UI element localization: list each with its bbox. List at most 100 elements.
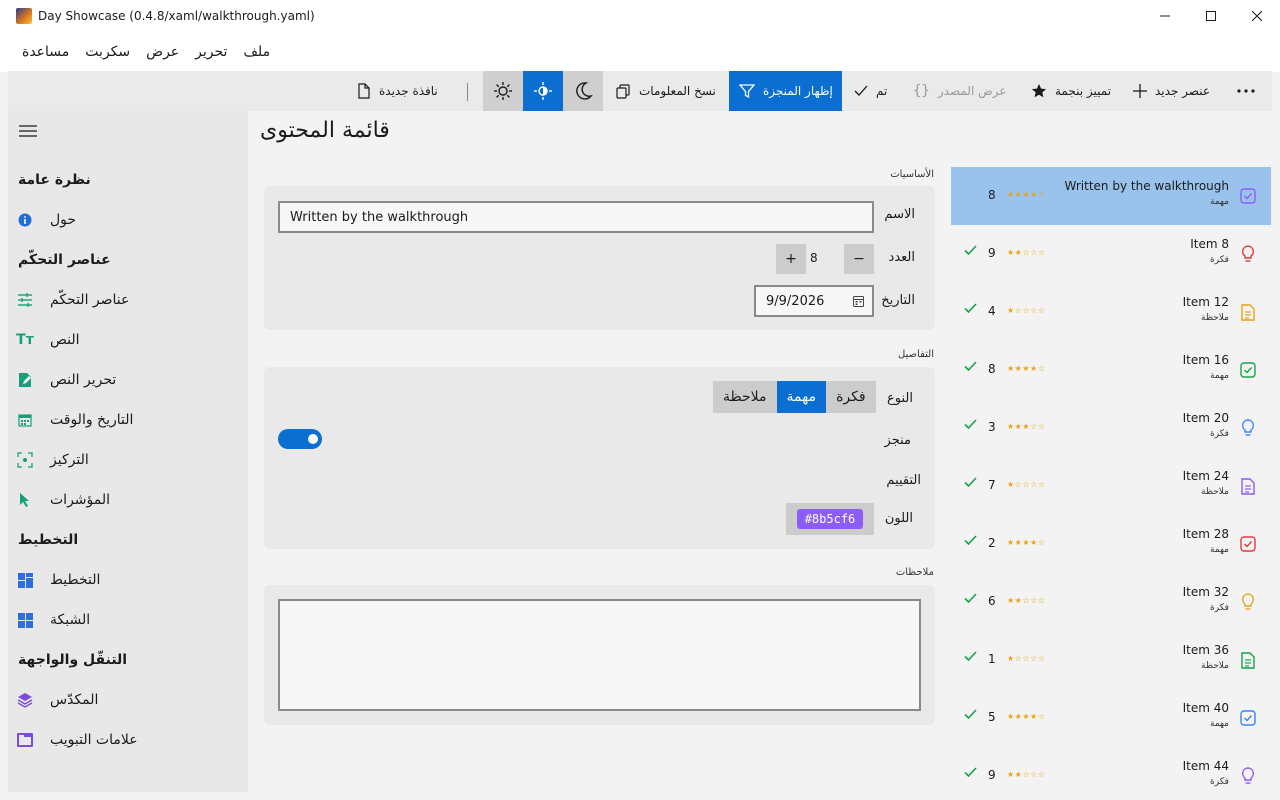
maximize-icon — [1206, 11, 1216, 21]
list-item[interactable]: Item 12 ملاحظة ★☆☆☆☆ 4 — [951, 283, 1271, 341]
minimize-button[interactable] — [1142, 0, 1188, 32]
star-filled-icon: ★ — [1007, 538, 1015, 547]
notes-section-label: ملاحظات — [895, 567, 934, 578]
more-button[interactable] — [1236, 71, 1256, 111]
list-item-type: مهمة — [1210, 197, 1229, 207]
list-item-type: ملاحظة — [1201, 487, 1229, 497]
menu-help[interactable]: مساعدة — [14, 32, 77, 72]
window-title: Day Showcase (0.4.8/xaml/walkthrough.yam… — [38, 9, 315, 23]
more-icon — [1237, 89, 1255, 93]
list-item-count: 1 — [988, 652, 996, 666]
list-item[interactable]: Item 20 فكرة ★★★☆☆ 3 — [951, 399, 1271, 457]
date-picker[interactable]: 9/9/2026 — [754, 285, 874, 317]
moon-icon — [576, 82, 593, 100]
done-check-icon — [964, 361, 977, 372]
list-item-count: 9 — [988, 246, 996, 260]
list-item[interactable]: Written by the walkthrough مهمة ★★★★☆ 8 — [951, 167, 1271, 225]
star-empty-icon: ☆ — [1037, 596, 1046, 605]
close-button[interactable] — [1234, 0, 1280, 32]
light-theme-button[interactable] — [483, 71, 523, 111]
nav-item-controls[interactable]: عناصر التحكّم — [16, 284, 129, 316]
type-option-task[interactable]: مهمة — [776, 381, 827, 413]
list-item-count: 2 — [988, 536, 996, 550]
maximize-button[interactable] — [1188, 0, 1234, 32]
star-label: تمييز بنجمة — [1055, 84, 1112, 98]
type-option-note[interactable]: ملاحظة — [713, 381, 777, 413]
list-item-type: فكرة — [1210, 255, 1229, 265]
list-item[interactable]: Item 8 فكرة ★★☆☆☆ 9 — [951, 225, 1271, 283]
nav-item-label: علامات التبويب — [50, 732, 138, 748]
rating-stars: ★★★★☆ — [1007, 364, 1045, 373]
new-item-label: عنصر جديد — [1155, 84, 1210, 98]
type-label: النوع — [887, 391, 913, 406]
menu-file[interactable]: ملف — [235, 32, 278, 72]
type-selector: ملاحظة مهمة فكرة — [713, 381, 876, 413]
list-item[interactable]: Item 32 فكرة ★★☆☆☆ 6 — [951, 573, 1271, 631]
note-icon — [1239, 477, 1257, 495]
nav-item-text[interactable]: Tт النص — [16, 324, 79, 356]
nav-item-tabs[interactable]: علامات التبويب — [16, 724, 138, 756]
star-filled-icon: ★ — [1007, 770, 1015, 779]
new-item-button[interactable]: عنصر جديد — [1133, 71, 1210, 111]
list-item-count: 3 — [988, 420, 996, 434]
star-button[interactable]: تمييز بنجمة — [1031, 71, 1111, 111]
nav-item-text-edit[interactable]: تحرير النص — [16, 364, 116, 396]
star-empty-icon: ☆ — [1037, 190, 1046, 199]
copy-info-button[interactable]: نسخ المعلومات — [616, 71, 716, 111]
title-bar: Day Showcase (0.4.8/xaml/walkthrough.yam… — [0, 0, 1280, 32]
dark-theme-button[interactable] — [563, 71, 603, 111]
rating-stars: ★★☆☆☆ — [1007, 770, 1045, 779]
list-item[interactable]: Item 16 مهمة ★★★★☆ 8 — [951, 341, 1271, 399]
copy-info-label: نسخ المعلومات — [639, 84, 716, 98]
view-source-button[interactable]: {} عرض المصدر — [913, 71, 1006, 111]
date-label: التاريخ — [881, 293, 915, 308]
star-filled-icon: ★ — [1030, 712, 1038, 721]
nav-item-about[interactable]: حول — [16, 204, 76, 236]
name-input[interactable]: Written by the walkthrough — [278, 201, 874, 233]
done-button[interactable]: تم — [854, 71, 887, 111]
notes-textarea[interactable] — [278, 599, 921, 711]
decrement-button[interactable]: − — [844, 244, 874, 274]
task-icon — [1239, 361, 1257, 379]
type-option-idea[interactable]: فكرة — [826, 381, 876, 413]
nav-item-pointers[interactable]: المؤشرات — [16, 484, 110, 516]
edit-document-icon — [16, 371, 34, 389]
task-icon — [1239, 709, 1257, 727]
task-icon — [1239, 187, 1257, 205]
list-item-count: 6 — [988, 594, 996, 608]
menu-view[interactable]: عرض — [138, 32, 187, 72]
list-item[interactable]: Item 36 ملاحظة ★☆☆☆☆ 1 — [951, 631, 1271, 689]
view-source-label: عرض المصدر — [937, 84, 1007, 98]
list-item-title: Item 16 — [1182, 353, 1229, 367]
nav-item-layout[interactable]: التخطيط — [16, 564, 100, 596]
filter-icon — [739, 84, 755, 99]
list-item-title: Item 36 — [1182, 643, 1229, 657]
menu-edit[interactable]: تحرير — [187, 32, 235, 72]
nav-item-focus[interactable]: التركيز — [16, 444, 89, 476]
nav-item-grid[interactable]: الشبكة — [16, 604, 90, 636]
date-value: 9/9/2026 — [766, 293, 825, 309]
nav-item-stack[interactable]: المكدّس — [16, 684, 98, 716]
list-item[interactable]: Item 40 مهمة ★★★★☆ 5 — [951, 689, 1271, 747]
nav-item-datetime[interactable]: التاريخ والوقت — [16, 404, 133, 436]
new-window-button[interactable]: نافذة جديدة — [357, 71, 438, 111]
star-empty-icon: ☆ — [1030, 248, 1038, 257]
menu-script[interactable]: سكربت — [77, 32, 138, 72]
hamburger-icon[interactable] — [18, 123, 38, 139]
list-item[interactable]: Item 24 ملاحظة ★☆☆☆☆ 7 — [951, 457, 1271, 515]
rating-stars: ★☆☆☆☆ — [1007, 654, 1045, 663]
color-picker[interactable]: #8b5cf6 — [786, 503, 874, 535]
list-item-count: 8 — [988, 188, 996, 202]
auto-theme-button[interactable] — [523, 71, 563, 111]
list-item[interactable]: Item 28 مهمة ★★★★☆ 2 — [951, 515, 1271, 573]
list-item[interactable]: Item 44 فكرة ★★☆☆☆ 9 — [951, 747, 1271, 800]
list-item-title: Item 44 — [1182, 759, 1229, 773]
show-done-button[interactable]: إظهار المنجزة — [729, 71, 842, 111]
show-done-label: إظهار المنجزة — [763, 84, 833, 98]
rating-stars: ★★★★☆ — [1007, 538, 1045, 547]
done-toggle[interactable] — [278, 429, 322, 449]
increment-button[interactable]: + — [776, 244, 806, 274]
star-filled-icon: ★ — [1030, 538, 1038, 547]
done-label: منجز — [884, 433, 911, 448]
rating-label: التقييم — [886, 473, 921, 488]
